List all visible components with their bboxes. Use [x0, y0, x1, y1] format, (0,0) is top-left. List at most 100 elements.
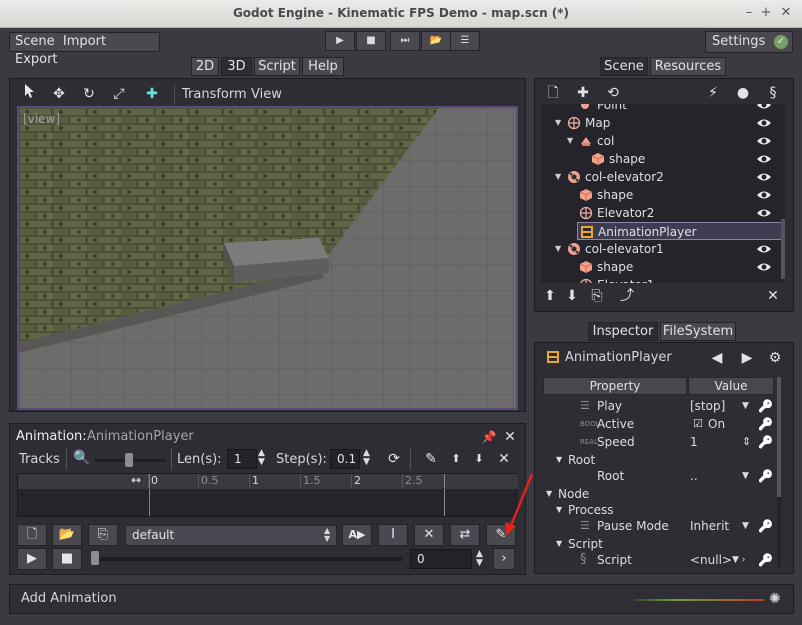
script-icon[interactable]: § — [761, 82, 785, 104]
visibility-eye-icon[interactable] — [756, 132, 772, 152]
animation-select[interactable]: default — [125, 525, 337, 546]
visibility-eye-icon[interactable] — [756, 150, 772, 170]
scene-tree-item[interactable]: ▼ col-elevator1 — [541, 240, 782, 258]
object-settings-icon[interactable]: ⚙ — [763, 347, 787, 369]
visibility-eye-icon[interactable] — [756, 186, 772, 206]
visibility-eye-icon[interactable] — [756, 240, 772, 260]
move-track-down-icon[interactable]: ⬇ — [467, 448, 491, 470]
tab-inspector[interactable]: Inspector — [588, 322, 658, 341]
groups-icon[interactable]: ● — [731, 82, 755, 104]
playhead[interactable] — [149, 474, 150, 516]
scene-tree-item[interactable]: Elevator2 — [541, 204, 782, 222]
delete-node-icon[interactable]: ✕ — [761, 285, 785, 307]
scene-tree-item[interactable]: ▼ col — [541, 132, 782, 150]
visibility-eye-icon[interactable] — [756, 258, 772, 278]
edit-track-icon[interactable]: ✎ — [419, 448, 443, 470]
scene-tree-item[interactable]: ▼ Map — [541, 114, 782, 132]
tab-filesystem[interactable]: FileSystem — [660, 322, 736, 341]
scale-tool-icon[interactable]: ⤢ — [107, 83, 131, 105]
transform-menu[interactable]: Transform — [182, 87, 247, 102]
visibility-eye-icon[interactable] — [756, 168, 772, 188]
length-spinner-icon[interactable]: ▲ ▼ — [258, 449, 265, 467]
property-value[interactable]: <null> — [690, 551, 732, 569]
history-back-icon[interactable]: ◀ — [705, 347, 729, 369]
menu-import[interactable]: Import — [63, 34, 106, 49]
remove-track-icon[interactable]: ✕ — [492, 448, 516, 470]
add-child-node-icon[interactable]: ✚ — [571, 82, 595, 104]
dropdown-chevron-icon[interactable]: ▼ — [742, 397, 749, 415]
rotate-tool-icon[interactable]: ↻ — [77, 83, 101, 105]
close-window-button[interactable]: ✕ — [776, 3, 796, 23]
timeline-resize-icon[interactable]: ↔ — [131, 473, 141, 487]
keyframe-key-icon[interactable]: 🔑 — [758, 433, 773, 451]
play-custom-scene-icon[interactable]: ⏭ — [390, 31, 420, 51]
scene-tree[interactable]: Point ▼ Map ▼ col shape ▼ col-elevator2 shape Ele… — [541, 104, 782, 283]
settings-button[interactable]: Settings ✓ — [705, 31, 793, 53]
animation-timeline[interactable]: ↔ 0 0.5 1 1.5 2 2.5 — [17, 473, 518, 517]
length-input[interactable]: 1 — [227, 449, 257, 469]
property-value[interactable]: .. — [690, 467, 698, 485]
scene-tree-item[interactable]: ▼ col-elevator2 — [541, 168, 782, 186]
scene-tree-item[interactable]: Point — [541, 104, 782, 114]
position-slider-handle[interactable] — [91, 551, 99, 565]
property-value[interactable]: On — [708, 415, 725, 433]
zoom-slider-handle[interactable] — [125, 453, 133, 467]
property-value[interactable]: [stop] — [690, 397, 725, 415]
duplicate-icon[interactable]: ⎘ — [585, 285, 609, 307]
inspector-property-row[interactable]: ☰ Pause Mode Inherit ▼ 🔑 — [542, 517, 778, 535]
tab-resources[interactable]: Resources — [650, 57, 726, 76]
play-scene-icon[interactable]: ▶ — [325, 31, 355, 51]
next-keyframe-icon[interactable]: › — [493, 548, 515, 570]
position-spinner-icon[interactable]: ▲ ▼ — [476, 550, 483, 568]
load-animation-icon[interactable]: 📂 — [52, 524, 82, 546]
tab-scene[interactable]: Scene — [600, 57, 648, 76]
inspector-property-row[interactable]: ☰ Play [stop] ▼ 🔑 — [542, 397, 778, 415]
new-scene-icon[interactable]: 🗋 — [541, 82, 565, 104]
dropdown-chevron-icon[interactable]: ▼ — [742, 517, 749, 535]
stop-scene-icon[interactable]: ■ — [356, 31, 386, 51]
open-scene-icon[interactable]: 📂 — [421, 31, 451, 51]
remove-animation-icon[interactable]: ✕ — [414, 524, 444, 546]
3d-viewport[interactable]: [view] — [17, 106, 518, 410]
scene-tree-item[interactable]: Elevator1 — [541, 276, 782, 283]
move-track-up-icon[interactable]: ⬆ — [444, 448, 468, 470]
animation-position-input[interactable]: 0 — [410, 549, 472, 569]
chevron-down-icon[interactable]: ▼ — [555, 168, 561, 186]
scene-tree-item[interactable]: shape — [541, 258, 782, 276]
move-up-icon[interactable]: ⬆ — [538, 285, 562, 307]
visibility-eye-icon[interactable] — [756, 204, 772, 224]
tab-2d[interactable]: 2D — [191, 57, 219, 76]
inspector-property-row[interactable]: REAL Speed 1 ⇕ 🔑 — [542, 433, 778, 451]
chevron-down-icon[interactable]: ▼ — [567, 132, 573, 150]
move-tool-icon[interactable]: ✥ — [47, 83, 71, 105]
visibility-eye-icon[interactable] — [756, 114, 772, 134]
chevron-down-icon[interactable]: ▼ — [555, 114, 561, 132]
maximize-button[interactable]: + — [756, 3, 776, 23]
duplicate-animation-icon[interactable]: ⎘ — [88, 524, 118, 546]
close-animation-panel-icon[interactable]: ✕ — [498, 426, 522, 448]
keyframe-key-icon[interactable]: 🔑 — [758, 517, 773, 535]
view-menu[interactable]: View — [251, 87, 282, 102]
step-spinner-icon[interactable]: ▲ ▼ — [363, 449, 370, 467]
inspector-property-row[interactable]: § Script <null> ▼ › 🔑 — [542, 551, 778, 569]
keyframe-key-icon[interactable]: 🔑 — [758, 415, 773, 433]
blend-times-icon[interactable]: ⇄ — [450, 524, 480, 546]
scene-tree-scrollbar[interactable] — [781, 104, 785, 283]
connections-icon[interactable]: ⚡ — [701, 82, 725, 104]
scene-tree-item[interactable]: shape — [541, 150, 782, 168]
add-node-icon[interactable]: ✚ — [140, 83, 164, 105]
zoom-slider[interactable] — [95, 453, 165, 467]
property-value[interactable]: Inherit — [690, 517, 729, 535]
debug-menu-icon[interactable]: ☰ — [450, 31, 480, 51]
property-value[interactable]: 1 — [690, 433, 698, 451]
history-forward-icon[interactable]: ▶ — [735, 347, 759, 369]
select-tool-icon[interactable] — [17, 83, 41, 105]
scene-tree-item[interactable]: shape — [541, 186, 782, 204]
new-animation-icon[interactable]: 🗋 — [17, 524, 47, 546]
autoplay-icon[interactable]: A▶ — [342, 524, 372, 546]
tab-script[interactable]: Script — [254, 57, 300, 76]
keyframe-key-icon[interactable]: 🔑 — [758, 551, 773, 569]
keyframe-key-icon[interactable]: 🔑 — [758, 467, 773, 485]
dropdown-chevron-icon[interactable]: ▼ › — [732, 551, 745, 569]
animation-position-slider[interactable] — [91, 551, 403, 565]
